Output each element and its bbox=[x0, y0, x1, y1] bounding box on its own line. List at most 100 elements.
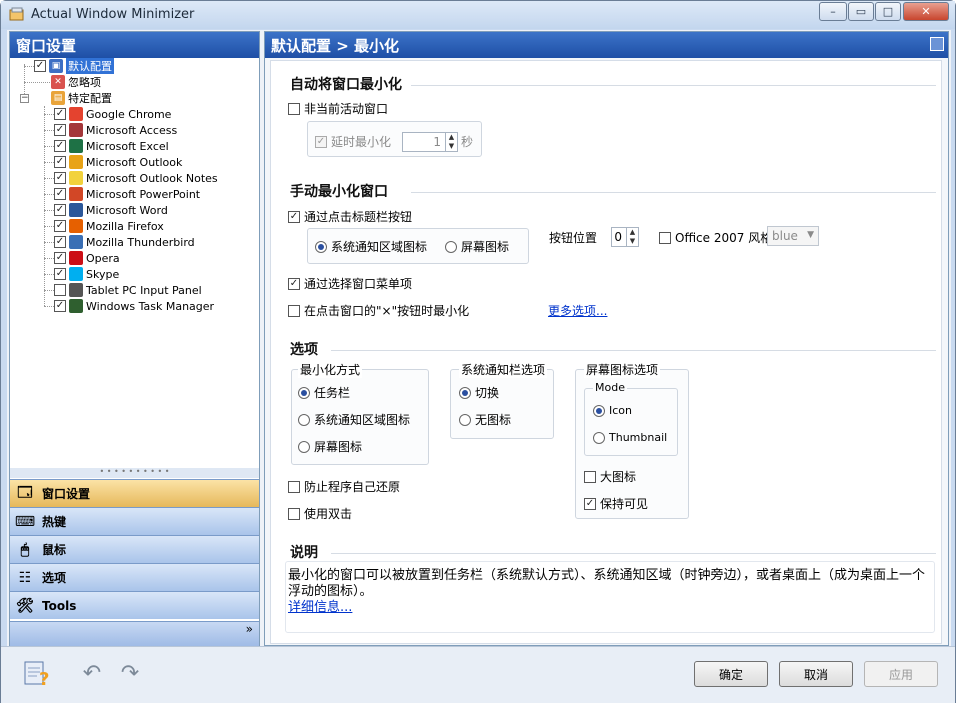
keep-visible-checkbox[interactable]: ✓ 保持可见 bbox=[584, 495, 648, 512]
title-bar[interactable]: Actual Window Minimizer – ▭ □ ✕ bbox=[1, 1, 955, 29]
checkbox[interactable] bbox=[288, 102, 300, 115]
checkbox[interactable]: ✓ bbox=[288, 277, 300, 290]
checkbox[interactable]: ✓ bbox=[54, 236, 66, 248]
radio-unselected[interactable] bbox=[298, 440, 310, 453]
radio-unselected[interactable] bbox=[593, 431, 605, 444]
tree-item-app[interactable]: ✓ Mozilla Firefox bbox=[54, 218, 164, 234]
inactive-window-checkbox[interactable]: 非当前活动窗口 bbox=[288, 100, 388, 117]
delay-seconds-spinner[interactable]: 1 ▲ ▼ bbox=[402, 132, 458, 152]
cancel-button[interactable]: 取消 bbox=[779, 661, 853, 687]
tree-item-app[interactable]: ✓ Microsoft Excel bbox=[54, 138, 169, 154]
office-style-checkbox[interactable]: Office 2007 风格 bbox=[659, 229, 772, 246]
radio-unselected[interactable] bbox=[298, 413, 310, 426]
tray-icon-radio[interactable]: 系统通知区域图标 bbox=[315, 238, 427, 255]
nav-options[interactable]: ☷ 选项 bbox=[10, 563, 259, 591]
tree-item-app[interactable]: ✓ Google Chrome bbox=[54, 106, 171, 122]
close-button[interactable]: ✕ bbox=[903, 2, 949, 21]
checkbox[interactable]: ✓ bbox=[54, 220, 66, 232]
checkbox[interactable]: ✓ bbox=[54, 252, 66, 264]
screen-radio[interactable]: 屏幕图标 bbox=[298, 438, 362, 455]
checkbox[interactable]: ✓ bbox=[54, 124, 66, 136]
checkbox[interactable] bbox=[54, 284, 66, 296]
checkbox[interactable] bbox=[584, 470, 596, 483]
tree-item-app[interactable]: ✓ Windows Task Manager bbox=[54, 298, 214, 314]
titlebar-button-checkbox[interactable]: ✓ 通过点击标题栏按钮 bbox=[288, 208, 412, 225]
radio-unselected[interactable] bbox=[459, 413, 471, 426]
nav-mouse[interactable]: 🖱 鼠标 bbox=[10, 535, 259, 563]
checkbox[interactable]: ✓ bbox=[288, 210, 300, 223]
tree-item-ignore[interactable]: ✕ 忽略项 bbox=[48, 74, 101, 90]
delay-minimize-checkbox[interactable]: ✓ 延时最小化 bbox=[315, 133, 391, 150]
button-position-spinner[interactable]: 0 ▲ ▼ bbox=[611, 227, 639, 247]
large-icon-checkbox[interactable]: 大图标 bbox=[584, 468, 636, 485]
more-options-link[interactable]: 更多选项... bbox=[548, 302, 607, 319]
tree-item-app[interactable]: ✓ Microsoft PowerPoint bbox=[54, 186, 200, 202]
redo-icon[interactable]: ↷ bbox=[115, 659, 145, 687]
checkbox[interactable]: ✓ bbox=[54, 300, 66, 312]
undo-icon[interactable]: ↶ bbox=[77, 659, 107, 687]
skype-icon bbox=[69, 267, 83, 281]
mode-thumbnail-radio[interactable]: Thumbnail bbox=[593, 431, 667, 444]
apply-button[interactable]: 应用 bbox=[864, 661, 938, 687]
tree-item-app[interactable]: ✓ Microsoft Outlook bbox=[54, 154, 182, 170]
tree-item-app[interactable]: ✓ Opera bbox=[54, 250, 120, 266]
collapse-toggle[interactable]: − bbox=[20, 94, 29, 103]
checkbox[interactable]: ✓ bbox=[54, 108, 66, 120]
window-menu-checkbox[interactable]: ✓ 通过选择窗口菜单项 bbox=[288, 275, 412, 292]
tree-item-app[interactable]: ✓ Microsoft Word bbox=[54, 202, 168, 218]
description-text: 最小化的窗口可以被放置到任务栏（系统默认方式）、系统通知区域（时钟旁边），或者桌… bbox=[288, 568, 928, 616]
radio-selected[interactable] bbox=[298, 386, 310, 399]
double-click-checkbox[interactable]: 使用双击 bbox=[288, 505, 352, 522]
radio-selected[interactable] bbox=[459, 386, 471, 399]
radio-selected[interactable] bbox=[315, 240, 327, 253]
details-link[interactable]: 详细信息... bbox=[288, 600, 928, 616]
radio-selected[interactable] bbox=[593, 404, 605, 417]
style-dropdown[interactable]: blue ▼ bbox=[767, 226, 819, 246]
spinner-arrows-icon[interactable]: ▲ ▼ bbox=[445, 133, 457, 151]
tree-item-app[interactable]: ✓ Microsoft Outlook Notes bbox=[54, 170, 218, 186]
nav-label: 选项 bbox=[42, 571, 67, 585]
nav-more-button[interactable]: » bbox=[10, 621, 259, 646]
restore-button[interactable]: ▭ bbox=[848, 2, 874, 21]
checkbox[interactable]: ✓ bbox=[54, 140, 66, 152]
checkbox[interactable]: ✓ bbox=[54, 156, 66, 168]
checkbox[interactable]: ✓ bbox=[315, 135, 327, 148]
checkbox[interactable] bbox=[288, 507, 300, 520]
minimize-button[interactable]: – bbox=[819, 2, 847, 21]
checkbox[interactable] bbox=[288, 304, 300, 317]
checkbox[interactable] bbox=[288, 480, 300, 493]
prevent-restore-checkbox[interactable]: 防止程序自己还原 bbox=[288, 478, 400, 495]
close-button-minimize-checkbox[interactable]: 在点击窗口的"×"按钮时最小化 bbox=[288, 302, 469, 319]
spinner-arrows-icon[interactable]: ▲ ▼ bbox=[626, 228, 638, 246]
tree-item-app[interactable]: ✓ Mozilla Thunderbird bbox=[54, 234, 195, 250]
checkbox[interactable]: ✓ bbox=[34, 60, 46, 72]
nav-window-settings[interactable]: 🗔 窗口设置 bbox=[10, 479, 259, 507]
toggle-radio[interactable]: 切换 bbox=[459, 384, 499, 401]
tree-item-default-config[interactable]: ✓ ▣ 默认配置 bbox=[34, 58, 114, 74]
nav-tools[interactable]: 🛠 Tools bbox=[10, 591, 259, 619]
tree-item-app[interactable]: ✓ Microsoft Access bbox=[54, 122, 177, 138]
tree-item-app[interactable]: Tablet PC Input Panel bbox=[54, 282, 202, 298]
tray-radio[interactable]: 系统通知区域图标 bbox=[298, 411, 410, 428]
radio-unselected[interactable] bbox=[445, 240, 457, 253]
taskbar-radio[interactable]: 任务栏 bbox=[298, 384, 350, 401]
screen-icon-radio[interactable]: 屏幕图标 bbox=[445, 238, 509, 255]
options-icon: ☷ bbox=[18, 569, 32, 586]
tree-item-app[interactable]: ✓ Skype bbox=[54, 266, 119, 282]
checkbox[interactable]: ✓ bbox=[54, 172, 66, 184]
help-icon[interactable]: ? bbox=[23, 659, 53, 687]
checkbox[interactable]: ✓ bbox=[54, 188, 66, 200]
checkbox[interactable]: ✓ bbox=[54, 204, 66, 216]
nav-hotkeys[interactable]: ⌨ 热键 bbox=[10, 507, 259, 535]
checkbox[interactable] bbox=[659, 231, 671, 244]
maximize-icon: □ bbox=[882, 5, 894, 18]
checkbox[interactable]: ✓ bbox=[54, 268, 66, 280]
ok-button[interactable]: 确定 bbox=[694, 661, 768, 687]
mode-frame bbox=[584, 388, 678, 456]
panel-splitter[interactable]: • • • • • • • • • • bbox=[10, 468, 259, 478]
checkbox[interactable]: ✓ bbox=[584, 497, 596, 510]
mode-icon-radio[interactable]: Icon bbox=[593, 404, 632, 417]
maximize-button[interactable]: □ bbox=[875, 2, 901, 21]
no-icon-radio[interactable]: 无图标 bbox=[459, 411, 511, 428]
tree-item-specific-config[interactable]: ▤ 特定配置 bbox=[48, 90, 112, 106]
